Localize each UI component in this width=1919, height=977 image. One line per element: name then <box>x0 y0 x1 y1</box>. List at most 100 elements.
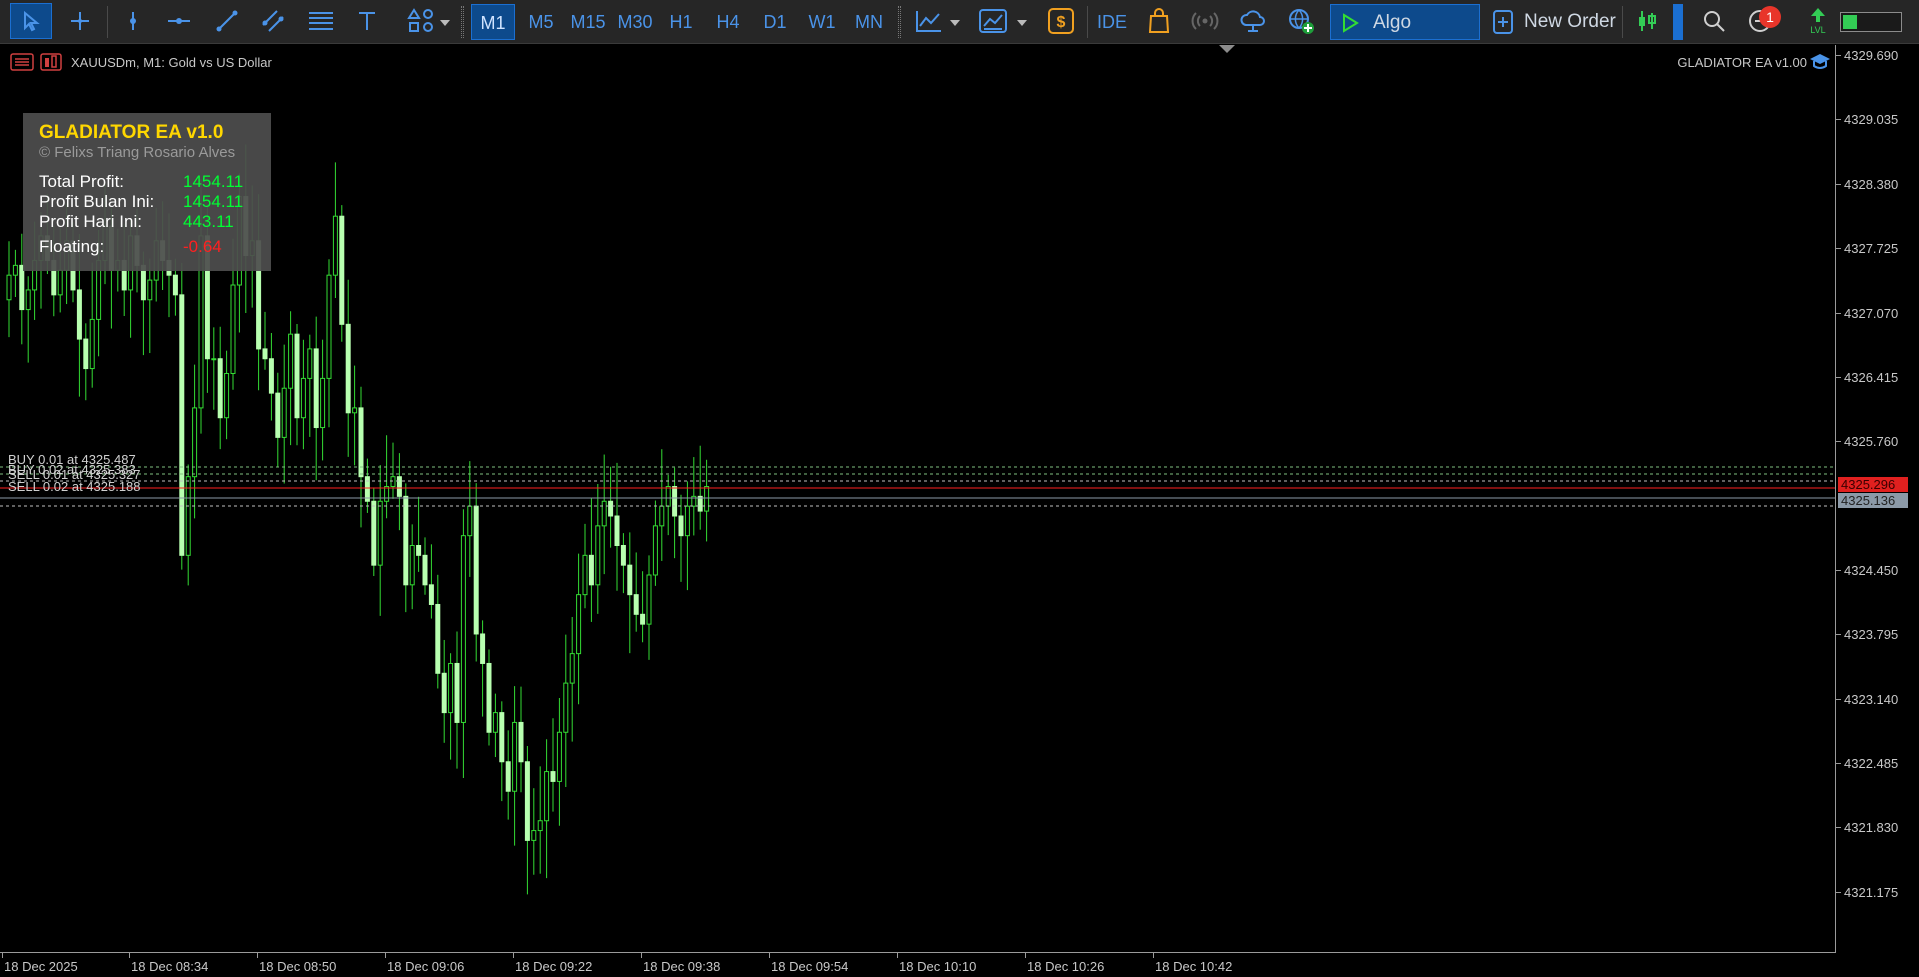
connection-level-fill <box>1843 15 1857 29</box>
candle-body <box>268 358 274 394</box>
trendline-button[interactable] <box>210 3 244 39</box>
daily-profit-value: 443.11 <box>183 212 234 231</box>
candle-body <box>12 264 18 276</box>
cloud-button[interactable] <box>1234 3 1272 39</box>
vertical-line-button[interactable] <box>116 3 150 39</box>
timeframe-m1[interactable]: M1 <box>471 4 515 40</box>
vertical-line-icon <box>130 12 136 30</box>
timeframe-m30[interactable]: M30 <box>612 4 658 40</box>
level-indicator[interactable]: LVL <box>1800 3 1836 39</box>
chart-area[interactable]: XAUUSDm, M1: Gold vs US Dollar GLADIATOR… <box>0 45 1836 953</box>
candle-body <box>659 505 665 527</box>
candle-body <box>614 515 620 547</box>
position-label-sell-2[interactable]: SELL 0.02 at 4325.188 <box>8 479 141 494</box>
horizontal-line-icon <box>168 18 190 24</box>
candle-body <box>537 820 543 832</box>
timeframe-d1[interactable]: D1 <box>754 4 796 40</box>
cloud-icon <box>1240 10 1265 32</box>
timeframe-m5[interactable]: M5 <box>520 4 562 40</box>
toolbar-separator <box>1622 6 1623 38</box>
vps-button[interactable] <box>1282 3 1320 39</box>
channel-icon <box>262 10 284 32</box>
chevron-down-icon[interactable] <box>440 20 450 26</box>
toolbar: M1 M5 M15 M30 H1 H4 D1 W1 MN $ IDE Algo … <box>0 0 1919 69</box>
ide-button[interactable]: IDE <box>1092 4 1132 40</box>
price-label: 4321.830 <box>1844 820 1899 835</box>
candle-body <box>6 274 12 301</box>
time-label: 18 Dec 10:42 <box>1155 959 1233 974</box>
chevron-down-icon[interactable] <box>1017 20 1027 26</box>
graduation-cap-icon[interactable] <box>1809 53 1831 71</box>
candle-body <box>262 348 268 360</box>
text-tool-button[interactable] <box>350 3 384 39</box>
candle-body <box>704 486 710 512</box>
chart-type-button[interactable] <box>972 3 1014 39</box>
search-button[interactable] <box>1696 3 1732 39</box>
price-label: 4323.795 <box>1844 627 1899 642</box>
text-icon <box>359 12 375 30</box>
timeframe-w1[interactable]: W1 <box>800 4 844 40</box>
chart-menu-icon[interactable] <box>10 53 34 71</box>
candle-body <box>569 653 575 684</box>
new-order-icon <box>1493 10 1513 34</box>
time-label: 18 Dec 09:06 <box>387 959 465 974</box>
price-label: 4329.035 <box>1844 112 1899 127</box>
time-axis[interactable]: 18 Dec 2025 18 Dec 08:34 18 Dec 08:50 18… <box>0 953 1836 977</box>
toolbar-grip[interactable] <box>461 6 464 38</box>
cursor-tool-button[interactable] <box>10 3 52 39</box>
candle-body <box>384 486 390 502</box>
timeframe-m15[interactable]: M15 <box>565 4 611 40</box>
connection-status-bar[interactable] <box>1840 12 1902 32</box>
channel-button[interactable] <box>256 3 290 39</box>
candle-body <box>83 338 89 370</box>
price-tick <box>1836 763 1841 764</box>
shopping-bag-icon <box>1148 8 1170 33</box>
price-tick <box>1836 827 1841 828</box>
toolbar-blue-strip <box>1673 4 1683 40</box>
time-tick <box>769 953 770 958</box>
market-button[interactable] <box>1140 3 1178 39</box>
timeframe-mn[interactable]: MN <box>846 4 892 40</box>
candle-body <box>320 377 326 429</box>
toolbar-grip[interactable] <box>898 6 901 38</box>
price-tick <box>1836 313 1841 314</box>
candle-body <box>697 495 703 512</box>
shapes-button[interactable] <box>396 3 446 39</box>
signals-button[interactable] <box>1186 3 1224 39</box>
new-order-button[interactable]: New Order <box>1488 4 1638 40</box>
crosshair-tool-button[interactable] <box>62 3 98 39</box>
price-axis[interactable]: 4329.690 4329.035 4328.380 4327.725 4327… <box>1836 45 1919 953</box>
timeframe-h1[interactable]: H1 <box>660 4 702 40</box>
candle-body <box>403 495 409 586</box>
candle-body <box>454 662 460 723</box>
candle-body <box>499 712 505 763</box>
price-tick <box>1836 699 1841 700</box>
timeframe-h4[interactable]: H4 <box>707 4 749 40</box>
total-profit-value: 1454.11 <box>183 172 244 191</box>
candle-body <box>224 372 230 419</box>
expert-advisor-label[interactable]: GLADIATOR EA v1.00 <box>1677 55 1807 70</box>
fibonacci-button[interactable] <box>302 3 340 39</box>
indicators-button[interactable] <box>908 3 950 39</box>
horizontal-line-button[interactable] <box>162 3 196 39</box>
algo-trading-button[interactable]: Algo Trading <box>1330 4 1480 69</box>
level-up-icon: LVL <box>1810 8 1826 35</box>
candle-body <box>345 323 351 414</box>
candlestick-chart[interactable] <box>0 45 1835 952</box>
chevron-down-icon[interactable] <box>950 20 960 26</box>
candle-body <box>608 500 614 517</box>
candle-body <box>576 594 582 655</box>
candlestick-icon <box>1639 11 1656 31</box>
price-tick <box>1836 119 1841 120</box>
depth-of-market-button[interactable] <box>1630 3 1666 39</box>
candle-body <box>448 662 454 714</box>
chart-shift-marker[interactable] <box>1219 45 1235 53</box>
time-label: 18 Dec 10:10 <box>899 959 977 974</box>
globe-plus-icon <box>1289 9 1314 34</box>
one-click-trading-icon[interactable] <box>40 53 62 71</box>
dollar-button[interactable]: $ <box>1042 3 1080 39</box>
svg-text:$: $ <box>1057 14 1066 31</box>
price-label: 4323.140 <box>1844 692 1899 707</box>
price-label: 4326.415 <box>1844 370 1899 385</box>
line-chart-icon <box>916 11 941 32</box>
